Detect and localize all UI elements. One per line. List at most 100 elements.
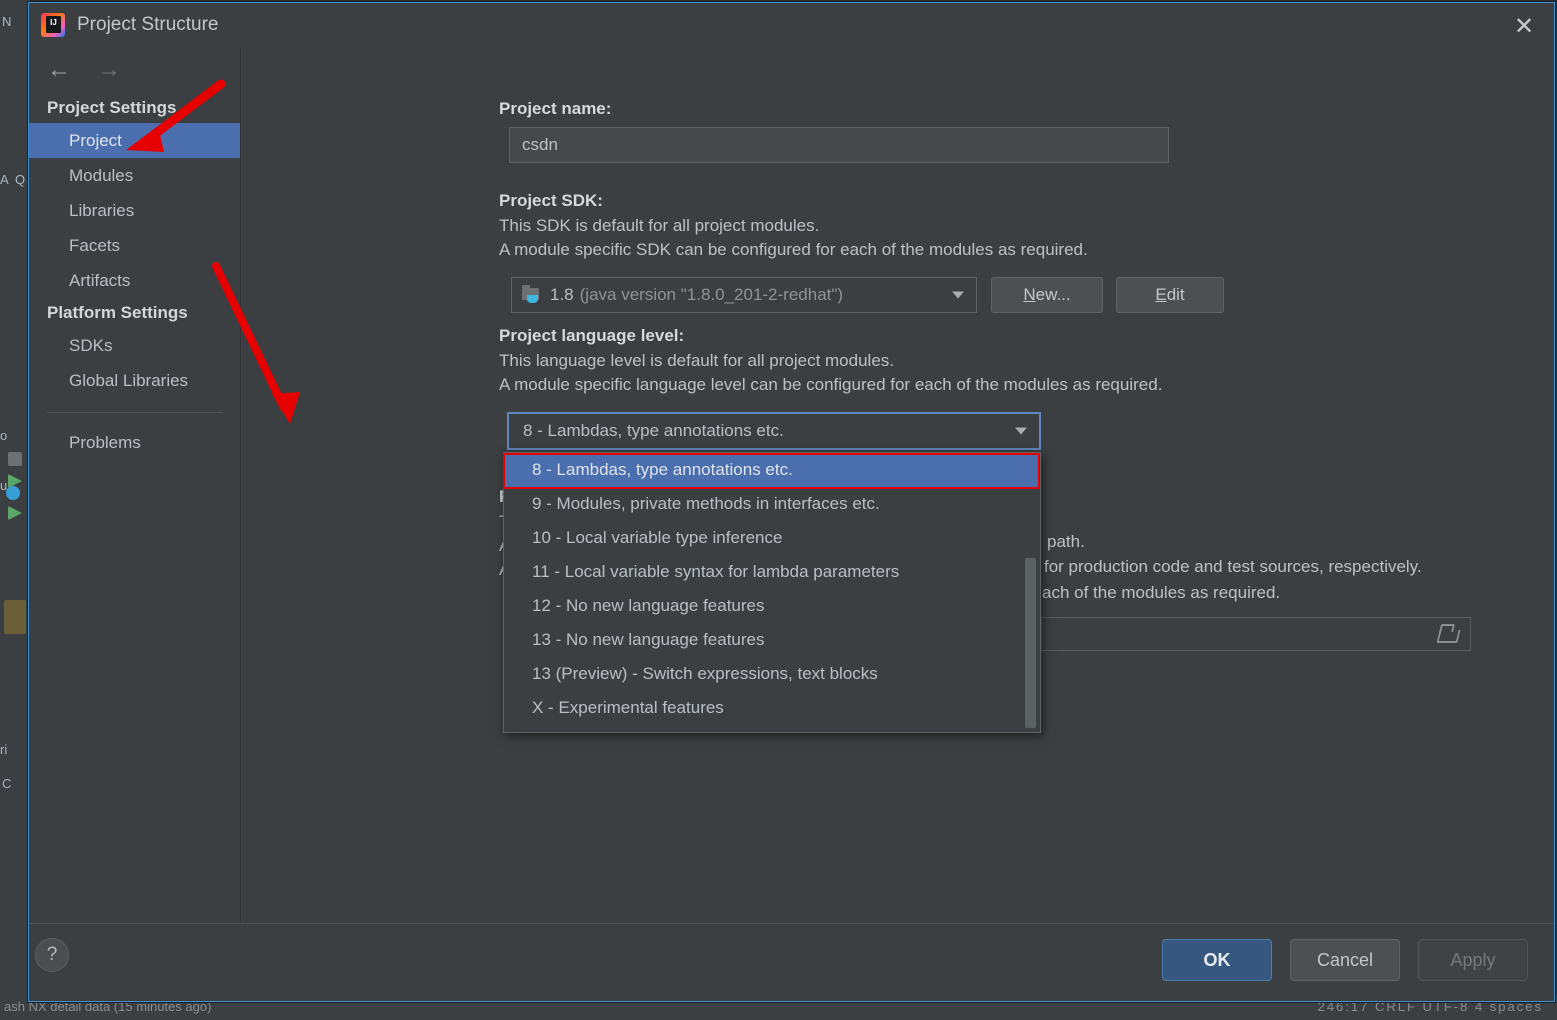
settings-sidebar: ← → Project Settings Project Modules Lib…: [29, 47, 241, 923]
dialog-body: ← → Project Settings Project Modules Lib…: [29, 47, 1554, 923]
project-structure-dialog: Project Structure ✕ ← → Project Settings…: [28, 2, 1555, 1002]
chevron-down-icon: [1015, 427, 1027, 435]
footer-button-group: OK Cancel Apply: [1162, 939, 1528, 981]
intellij-idea-logo-icon: [41, 13, 65, 37]
sidebar-item-sdks[interactable]: SDKs: [29, 328, 240, 363]
compiler-output-desc-line-1-tail: path.: [1047, 532, 1085, 551]
ok-button[interactable]: OK: [1162, 939, 1272, 981]
language-level-combobox[interactable]: 8 - Lambdas, type annotations etc.: [507, 412, 1041, 450]
close-icon[interactable]: ✕: [1508, 11, 1540, 41]
apply-button-label: Apply: [1450, 949, 1496, 970]
sidebar-item-label: Libraries: [69, 200, 135, 220]
folder-browse-icon[interactable]: [1436, 627, 1461, 644]
dropdown-option-label: 11 - Local variable syntax for lambda pa…: [532, 562, 900, 581]
bg-run-marker-icon: [8, 506, 22, 520]
dropdown-option-label: 9 - Modules, private methods in interfac…: [532, 494, 880, 513]
sidebar-group-project-settings: Project Settings: [47, 98, 177, 117]
language-level-label: Project language level:: [499, 326, 685, 345]
help-question-icon[interactable]: ?: [35, 938, 69, 972]
project-sdk-desc-line-2: A module specific SDK can be configured …: [499, 240, 1088, 259]
sidebar-item-label: Artifacts: [69, 270, 131, 290]
bg-clock-marker-icon: [6, 486, 20, 500]
chevron-down-icon: [952, 291, 964, 299]
dropdown-option-label: 13 - No new language features: [532, 630, 765, 649]
dropdown-option[interactable]: 9 - Modules, private methods in interfac…: [504, 487, 1040, 521]
edit-sdk-label-rest: dit: [1166, 285, 1185, 304]
dropdown-option[interactable]: 10 - Local variable type inference: [504, 521, 1040, 555]
project-sdk-desc-line-1: This SDK is default for all project modu…: [499, 216, 820, 235]
sidebar-item-label: Modules: [69, 165, 134, 185]
edit-sdk-mnemonic: E: [1155, 285, 1167, 304]
sidebar-item-label: SDKs: [69, 335, 113, 355]
arrow-right-icon[interactable]: →: [97, 58, 121, 82]
cancel-button-label: Cancel: [1316, 949, 1374, 970]
project-settings-panel: Project name: Project SDK: This SDK is d…: [241, 47, 1554, 923]
bg-text-fragment: A: [0, 172, 9, 187]
sidebar-item-modules[interactable]: Modules: [29, 158, 240, 193]
ok-button-label: OK: [1203, 949, 1231, 970]
sidebar-item-label: Problems: [69, 432, 141, 452]
sidebar-item-global-libraries[interactable]: Global Libraries: [29, 363, 240, 398]
sidebar-navigation-bar: ← →: [29, 47, 240, 93]
bg-text-fragment: C: [2, 776, 12, 791]
sidebar-item-label: Global Libraries: [69, 370, 189, 390]
background-left-strip: N A Q o u ri C: [0, 0, 30, 995]
bg-text-fragment: ri: [0, 742, 8, 757]
dropdown-option-label: X - Experimental features: [532, 698, 724, 717]
bg-text-fragment: o: [0, 428, 8, 443]
new-sdk-mnemonic: N: [1023, 285, 1036, 304]
sidebar-item-problems[interactable]: Problems: [29, 425, 240, 460]
dropdown-option-label: 8 - Lambdas, type annotations etc.: [532, 460, 793, 479]
project-sdk-version: 1.8: [550, 285, 574, 304]
sidebar-item-libraries[interactable]: Libraries: [29, 193, 240, 228]
language-level-desc-line-1: This language level is default for all p…: [499, 351, 894, 370]
sidebar-item-artifacts[interactable]: Artifacts: [29, 263, 240, 298]
compiler-output-path-input[interactable]: [1041, 617, 1471, 651]
dropdown-option[interactable]: 11 - Local variable syntax for lambda pa…: [504, 555, 1040, 589]
language-level-desc-line-2: A module specific language level can be …: [499, 375, 1163, 394]
dropdown-option[interactable]: 13 (Preview) - Switch expressions, text …: [504, 657, 1040, 691]
language-level-dropdown-popup[interactable]: 8 - Lambdas, type annotations etc. 9 - M…: [503, 452, 1041, 733]
project-sdk-label: Project SDK:: [499, 191, 603, 210]
sidebar-group-platform-settings: Platform Settings: [47, 303, 188, 322]
dialog-footer: ? OK Cancel Apply: [29, 923, 1554, 1001]
project-sdk-detail: (java version "1.8.0_201-2-redhat"): [579, 285, 844, 304]
compiler-output-desc-line-3-tail: ach of the modules as required.: [1042, 583, 1281, 602]
dropdown-option-selected[interactable]: 8 - Lambdas, type annotations etc.: [504, 453, 1040, 487]
arrow-left-icon[interactable]: ←: [47, 58, 71, 82]
bg-text-fragment: Q: [15, 172, 26, 187]
project-name-label: Project name:: [499, 99, 612, 118]
dropdown-scrollbar-thumb[interactable]: [1025, 558, 1036, 728]
dropdown-option[interactable]: X - Experimental features: [504, 691, 1040, 725]
edit-sdk-button[interactable]: Edit: [1116, 277, 1224, 313]
bg-text-fragment: N: [2, 14, 12, 29]
sidebar-item-project[interactable]: Project: [29, 123, 240, 158]
sidebar-item-facets[interactable]: Facets: [29, 228, 240, 263]
dropdown-option-label: 12 - No new language features: [532, 596, 765, 615]
language-level-section: Project language level: This language le…: [499, 326, 1162, 395]
sidebar-divider: [47, 412, 222, 413]
dropdown-option-label: 13 (Preview) - Switch expressions, text …: [532, 664, 878, 683]
apply-button[interactable]: Apply: [1418, 939, 1528, 981]
bg-gutter-marker: [8, 452, 22, 466]
sidebar-item-label: Project: [69, 130, 122, 150]
screen: N A Q o u ri C ash NX detail data (15 mi…: [0, 0, 1557, 1020]
project-sdk-section: Project SDK: This SDK is default for all…: [499, 191, 1088, 260]
compiler-output-desc-line-2-tail: for production code and test sources, re…: [1044, 557, 1422, 576]
bg-highlight-marker: [4, 600, 26, 634]
dropdown-option[interactable]: 13 - No new language features: [504, 623, 1040, 657]
dialog-titlebar: Project Structure ✕: [29, 3, 1554, 47]
cancel-button[interactable]: Cancel: [1290, 939, 1400, 981]
language-level-selected-value: 8 - Lambdas, type annotations etc.: [523, 421, 784, 440]
new-sdk-label-rest: ew...: [1035, 285, 1071, 304]
jdk-folder-icon: [522, 285, 542, 304]
dropdown-option-label: 10 - Local variable type inference: [532, 528, 783, 547]
dropdown-option[interactable]: 12 - No new language features: [504, 589, 1040, 623]
project-name-input[interactable]: [509, 127, 1169, 163]
project-name-section: Project name:: [499, 99, 611, 119]
new-sdk-button[interactable]: New...: [991, 277, 1103, 313]
help-label: ?: [46, 944, 58, 965]
dropdown-scrollbar[interactable]: [1025, 455, 1038, 730]
sidebar-item-label: Facets: [69, 235, 121, 255]
project-sdk-combobox[interactable]: 1.8 (java version "1.8.0_201-2-redhat"): [511, 277, 977, 313]
